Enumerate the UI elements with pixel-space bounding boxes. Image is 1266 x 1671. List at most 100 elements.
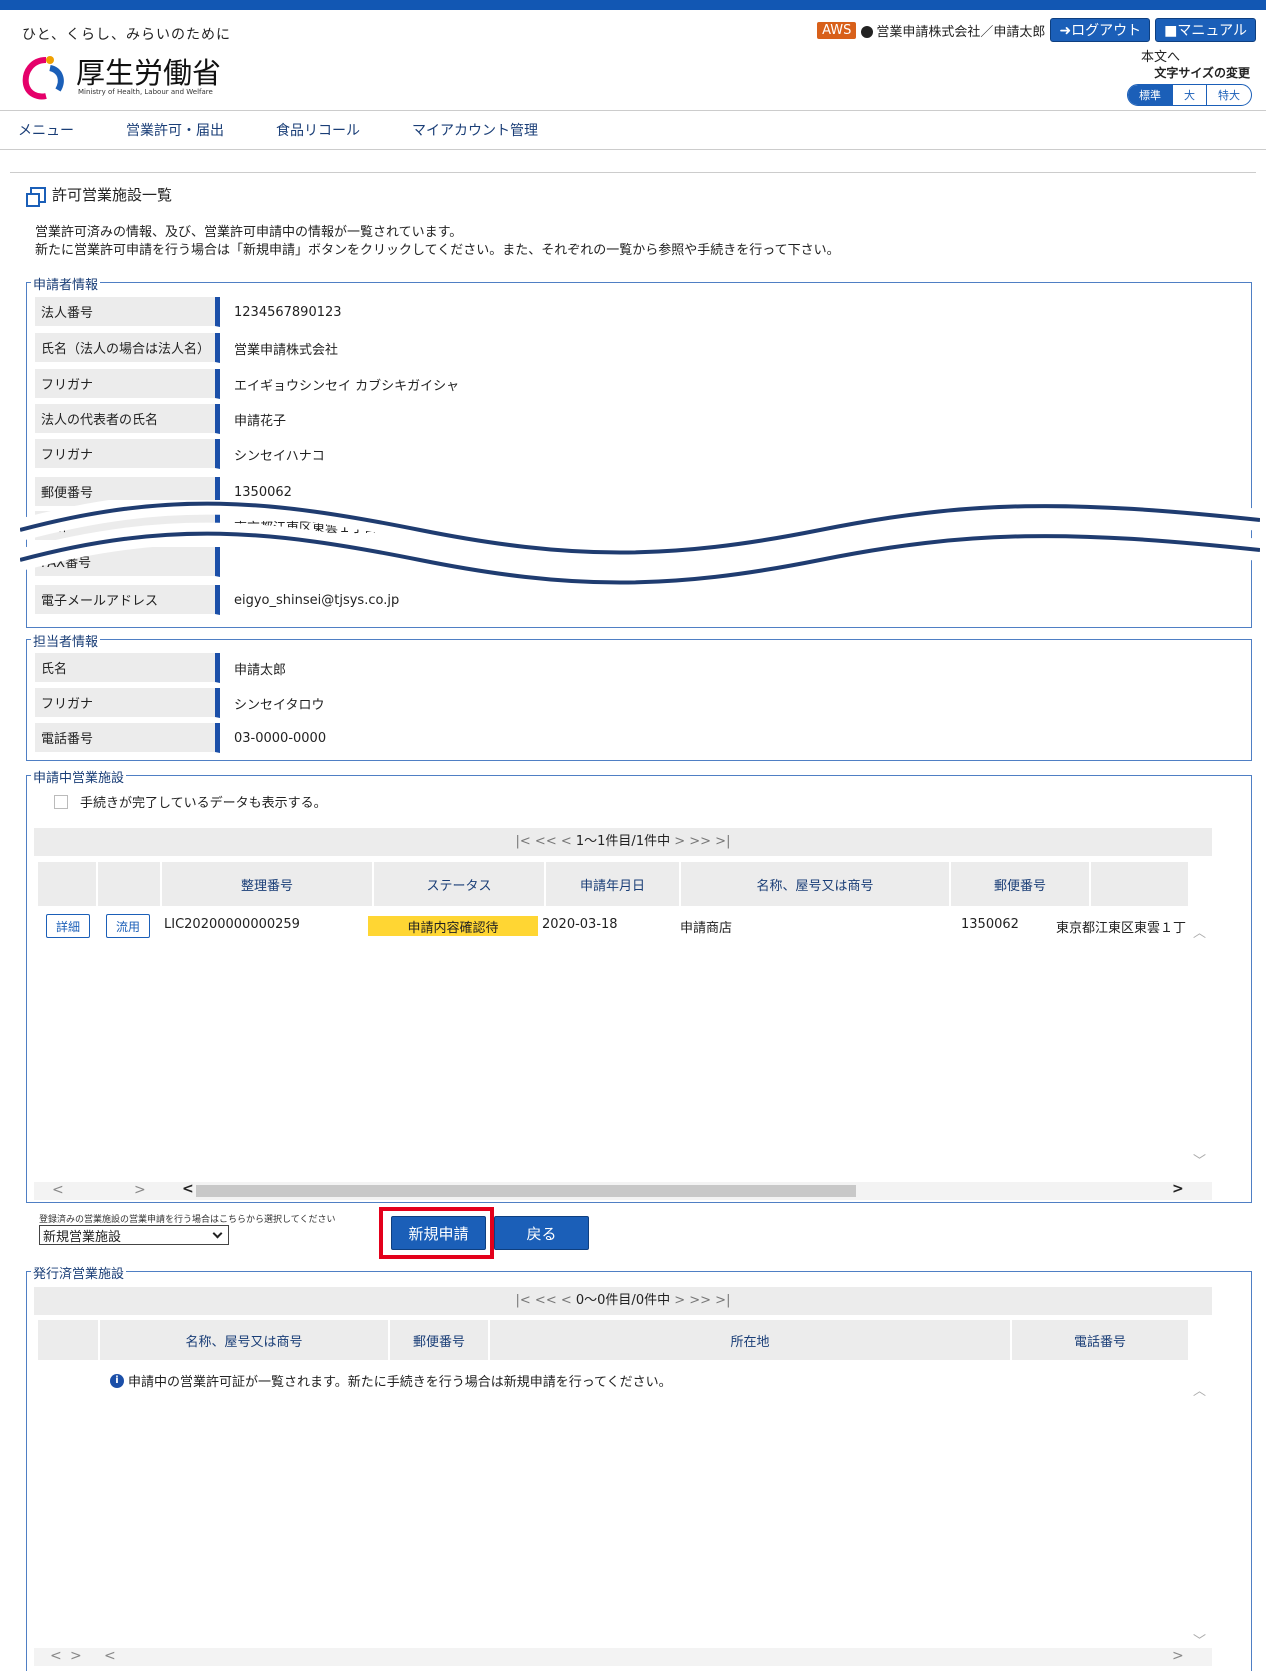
- scroll-left-icon[interactable]: <: [52, 1182, 64, 1198]
- mhlw-logo-icon: [22, 56, 64, 100]
- status-badge: 申請内容確認待: [368, 916, 538, 936]
- scroll-right-icon[interactable]: >: [1172, 1648, 1184, 1664]
- row-name: 申請商店: [680, 921, 733, 936]
- omission-wave-graphic: [20, 500, 1260, 590]
- menu-item-menu[interactable]: メニュー: [18, 120, 74, 140]
- contact-info-legend: 担当者情報: [31, 631, 101, 650]
- scroll-down-icon[interactable]: ﹀: [1193, 1630, 1206, 1649]
- chevron-down-icon: [212, 1228, 223, 1238]
- menu-item-license[interactable]: 営業許可・届出: [126, 120, 224, 140]
- scroll-right-icon[interactable]: >: [134, 1182, 146, 1198]
- row-id: LIC20200000000259: [164, 917, 300, 932]
- pager-next-controls[interactable]: > >> >|: [674, 834, 730, 849]
- font-size-standard[interactable]: 標準: [1128, 85, 1172, 105]
- top-accent-bar: [0, 0, 1266, 10]
- applicant-info-legend: 申請者情報: [31, 274, 101, 293]
- field-value: 申請花子: [234, 413, 287, 429]
- font-size-large[interactable]: 大: [1172, 85, 1206, 105]
- user-icon: [861, 26, 874, 38]
- reuse-button[interactable]: 流用: [106, 914, 150, 938]
- intro-line-1: 営業許可済みの情報、及び、営業許可申請中の情報が一覧されています。: [35, 225, 463, 240]
- pager-info: 1〜1件目/1件中: [575, 834, 671, 849]
- scrollbar-thumb[interactable]: [196, 1185, 856, 1197]
- field-label: 法人番号: [35, 297, 220, 327]
- issued-pager: |< << < 0〜0件目/0件中 > >> >|: [34, 1287, 1212, 1315]
- show-completed-toggle[interactable]: 手続きが完了しているデータも表示する。: [54, 792, 327, 811]
- aws-badge: AWS: [817, 21, 857, 39]
- scroll-down-icon[interactable]: ﹀: [1193, 1150, 1206, 1169]
- font-size-label: 文字サイズの変更: [1154, 66, 1250, 80]
- font-size-extra-large[interactable]: 特大: [1206, 85, 1251, 105]
- manual-button[interactable]: ■マニュアル: [1155, 18, 1256, 42]
- col-header-status[interactable]: ステータス: [374, 862, 546, 906]
- field-value: シンセイタロウ: [234, 697, 325, 713]
- row-date: 2020-03-18: [542, 917, 618, 932]
- col-header-location[interactable]: 所在地: [490, 1320, 1012, 1360]
- pending-grid-header: 整理番号 ステータス 申請年月日 名称、屋号又は商号 郵便番号: [38, 862, 1188, 906]
- contact-info-section: 担当者情報 氏名 申請太郎 フリガナ シンセイタロウ 電話番号 03-0000-000…: [26, 631, 1252, 761]
- intro-line-2: 新たに営業許可申請を行う場合は「新規申請」ボタンをクリックしてください。また、そ…: [35, 243, 840, 258]
- logout-button[interactable]: ➜ログアウト: [1050, 18, 1151, 42]
- applicant-row: 法人番号 1234567890123: [35, 297, 342, 327]
- menu-item-account[interactable]: マイアカウント管理: [412, 120, 538, 140]
- issued-facilities-legend: 発行済営業施設: [31, 1263, 127, 1282]
- detail-button[interactable]: 詳細: [46, 914, 90, 938]
- field-value: 03-0000-0000: [234, 730, 327, 746]
- divider: [10, 172, 1256, 173]
- header-blank: [38, 1320, 100, 1360]
- facility-select[interactable]: 新規営業施設: [39, 1225, 229, 1245]
- issued-horizontal-scrollbar[interactable]: < > < >: [34, 1648, 1212, 1666]
- menu-item-recall[interactable]: 食品リコール: [276, 120, 360, 140]
- row-address: 東京都江東区東雲１丁: [1056, 921, 1187, 936]
- col-header-phone[interactable]: 電話番号: [1012, 1320, 1188, 1360]
- col-header-address[interactable]: [1091, 862, 1188, 906]
- empty-message-text: 申請中の営業許可証が一覧されます。新たに手続きを行う場合は新規申請を行ってくださ…: [128, 1375, 672, 1390]
- highlight-frame: [379, 1207, 494, 1259]
- applicant-row: 氏名（法人の場合は法人名） 営業申請株式会社: [35, 333, 338, 363]
- select-hint: 登録済みの営業施設の営業申請を行う場合はこちらから選択してください: [39, 1215, 336, 1225]
- field-value: 申請太郎: [234, 662, 287, 678]
- field-value: シンセイハナコ: [234, 448, 325, 464]
- applicant-row: フリガナ エイギョウシンセイ カブシキガイシャ: [35, 369, 459, 399]
- contact-row: 電話番号 03-0000-0000: [35, 723, 326, 753]
- show-completed-label: 手続きが完了しているデータも表示する。: [80, 796, 327, 811]
- pending-horizontal-scrollbar[interactable]: < > < >: [34, 1181, 1212, 1200]
- window-icon: [26, 186, 46, 207]
- col-header-id[interactable]: 整理番号: [162, 862, 374, 906]
- col-header-name[interactable]: 名称、屋号又は商号: [100, 1320, 390, 1360]
- pager-next-controls[interactable]: > >> >|: [674, 1293, 730, 1308]
- field-value: 1234567890123: [234, 304, 342, 320]
- col-header-date[interactable]: 申請年月日: [546, 862, 681, 906]
- main-menu: メニュー 営業許可・届出 食品リコール マイアカウント管理: [0, 110, 1266, 150]
- field-label: 電話番号: [35, 723, 220, 753]
- pending-facilities-legend: 申請中営業施設: [31, 767, 127, 786]
- scroll-right-icon[interactable]: >: [1172, 1181, 1184, 1197]
- header-blank: [38, 862, 98, 906]
- scroll-up-icon[interactable]: ︿: [1193, 922, 1206, 941]
- scroll-up-icon[interactable]: ︿: [1193, 1380, 1206, 1399]
- scroll-left-icon[interactable]: <: [104, 1648, 116, 1664]
- col-header-name[interactable]: 名称、屋号又は商号: [681, 862, 951, 906]
- scroll-right-icon[interactable]: >: [70, 1648, 82, 1664]
- scroll-left-icon[interactable]: <: [50, 1648, 62, 1664]
- skip-to-content-link[interactable]: 本文へ: [1141, 46, 1180, 65]
- col-header-zip[interactable]: 郵便番号: [951, 862, 1091, 906]
- page-title-text: 許可営業施設一覧: [52, 186, 173, 204]
- pager-info: 0〜0件目/0件中: [575, 1293, 671, 1308]
- issued-grid-header: 名称、屋号又は商号 郵便番号 所在地 電話番号: [38, 1320, 1188, 1360]
- pager-prev-controls[interactable]: |< << <: [516, 834, 572, 849]
- user-name: 営業申請株式会社／申請太郎: [876, 24, 1046, 40]
- field-label: 氏名: [35, 653, 220, 683]
- field-value: エイギョウシンセイ カブシキガイシャ: [234, 378, 460, 394]
- table-row: 詳細 流用 LIC20200000000259 申請内容確認待 2020-03-…: [38, 908, 1188, 948]
- show-completed-checkbox[interactable]: [54, 794, 68, 809]
- back-button[interactable]: 戻る: [494, 1216, 589, 1250]
- logout-icon: ➜: [1059, 23, 1072, 39]
- col-header-zip[interactable]: 郵便番号: [390, 1320, 490, 1360]
- field-label: フリガナ: [35, 688, 220, 718]
- field-label: フリガナ: [35, 439, 220, 469]
- header-blank: [98, 862, 162, 906]
- empty-message: i 申請中の営業許可証が一覧されます。新たに手続きを行う場合は新規申請を行ってく…: [110, 1371, 672, 1390]
- pager-prev-controls[interactable]: |< << <: [516, 1293, 572, 1308]
- scroll-left-icon[interactable]: <: [182, 1181, 194, 1197]
